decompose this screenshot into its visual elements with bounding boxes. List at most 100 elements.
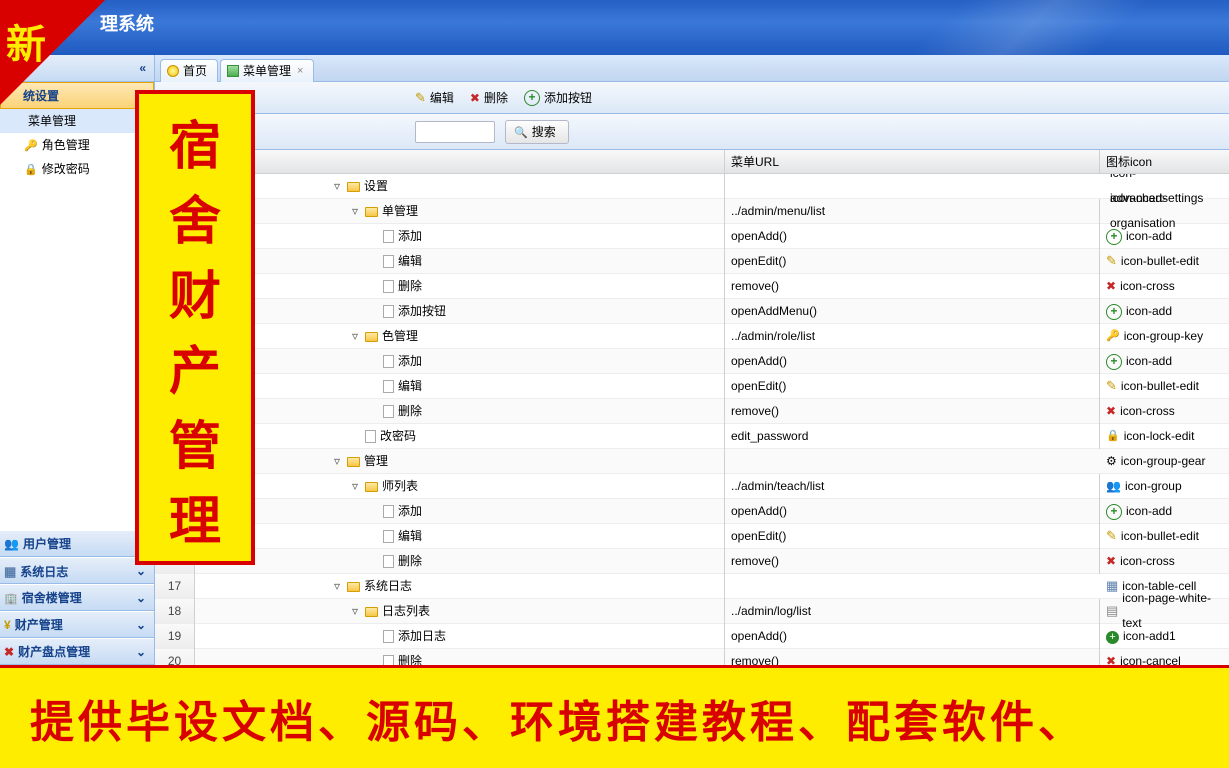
search-button[interactable]: 搜索: [505, 120, 569, 144]
sidebar-item-1[interactable]: 角色管理: [0, 133, 154, 157]
tab-label: 菜单管理: [243, 61, 291, 81]
cell-url: openAddMenu(): [725, 299, 1100, 324]
accordion-1[interactable]: 用户管理⌄: [0, 530, 154, 557]
gear-icon: [1106, 449, 1117, 474]
page-icon: [383, 530, 394, 543]
delete-button[interactable]: 删除: [470, 89, 508, 106]
expand-icon[interactable]: ▿: [349, 324, 361, 348]
accordion-2[interactable]: 系统日志⌄: [0, 557, 154, 584]
cell-url: ../admin/role/list: [725, 324, 1100, 349]
icon-text: icon-add: [1126, 299, 1172, 324]
menu-name: 添加: [398, 499, 422, 523]
table-row[interactable]: 编辑openEdit() icon-bullet-edit: [155, 374, 1229, 399]
cross-icon: [1106, 399, 1116, 424]
icon-text: icon-bullet-edit: [1121, 524, 1199, 549]
cell-icon: icon-add1: [1100, 624, 1229, 649]
table-row[interactable]: ▿师列表../admin/teach/list icon-group: [155, 474, 1229, 499]
cell-name: 删除: [195, 274, 725, 299]
accordion-3[interactable]: 宿舍楼管理⌄: [0, 584, 154, 611]
cell-url: remove(): [725, 399, 1100, 424]
table-row[interactable]: 16删除remove() icon-cross: [155, 549, 1229, 574]
icon-text: icon-group-gear: [1121, 449, 1206, 474]
tab-label: 首页: [183, 61, 207, 81]
table-row[interactable]: 编辑openEdit() icon-bullet-edit: [155, 249, 1229, 274]
edit-button[interactable]: 编辑: [415, 89, 454, 106]
close-icon[interactable]: ×: [297, 61, 303, 81]
tab-0[interactable]: 首页: [160, 59, 218, 82]
table-row[interactable]: 19添加日志openAdd() icon-add1: [155, 624, 1229, 649]
sidebar: « 统设置 菜单管理角色管理修改密码 用户管理⌄系统日志⌄宿舍楼管理⌄财产管理⌄…: [0, 55, 155, 665]
chevron-down-icon: ⌄: [136, 639, 146, 666]
edit-icon: [1106, 523, 1117, 549]
accordion-label: 系统日志: [20, 565, 68, 579]
add-icon: [1106, 299, 1122, 324]
cell-icon: icon-cross: [1100, 274, 1229, 299]
col-url[interactable]: 菜单URL: [725, 150, 1100, 173]
expand-icon[interactable]: ▿: [349, 474, 361, 498]
cell-name: ▿ 色管理: [195, 324, 725, 349]
page-icon: [383, 630, 394, 643]
org-icon: [227, 65, 239, 77]
sidebar-item-0[interactable]: 菜单管理: [0, 109, 154, 133]
expand-icon[interactable]: ▿: [331, 574, 343, 598]
tab-1[interactable]: 菜单管理 ×: [220, 59, 314, 82]
toolbar: 编辑 删除 添加按钮: [155, 82, 1229, 114]
col-icon[interactable]: 图标icon: [1100, 150, 1229, 173]
accordion-5[interactable]: 财产盘点管理 ⌄: [0, 638, 154, 665]
sidebar-collapse-button[interactable]: «: [0, 55, 154, 82]
menu-name: 编辑: [398, 249, 422, 273]
table-row[interactable]: 删除remove() icon-cross: [155, 399, 1229, 424]
cell-url: openAdd(): [725, 224, 1100, 249]
table-row[interactable]: ▿单管理../admin/menu/list icon-chart-organi…: [155, 199, 1229, 224]
folder-icon: [347, 582, 360, 592]
sidebar-item-label: 修改密码: [42, 157, 90, 181]
expand-icon[interactable]: ▿: [349, 599, 361, 623]
accordion-system-settings[interactable]: 统设置: [0, 82, 154, 109]
accordion-4[interactable]: 财产管理⌄: [0, 611, 154, 638]
menu-name: 添加: [398, 224, 422, 248]
accordion-label: 用户管理: [23, 537, 71, 551]
cell-url: ../admin/teach/list: [725, 474, 1100, 499]
expand-icon[interactable]: ▿: [349, 199, 361, 223]
cell-icon: icon-add: [1100, 224, 1229, 249]
accordion-label: 财产盘点管理: [18, 645, 90, 659]
icon-text: icon-bullet-edit: [1121, 374, 1199, 399]
edit-icon: [1106, 373, 1117, 399]
row-number: 18: [155, 599, 195, 624]
icon-text: icon-add: [1126, 499, 1172, 524]
cell-name: 改密码: [195, 424, 725, 449]
expand-icon[interactable]: ▿: [331, 174, 343, 198]
add-menu-button[interactable]: 添加按钮: [524, 89, 592, 106]
search-input[interactable]: [415, 121, 495, 143]
table-row[interactable]: 编辑openEdit() icon-bullet-edit: [155, 524, 1229, 549]
accordion-label: 财产管理: [15, 618, 63, 632]
cell-url: openEdit(): [725, 249, 1100, 274]
table-row[interactable]: 添加openAdd() icon-add: [155, 499, 1229, 524]
table-row[interactable]: ▿管理 icon-group-gear: [155, 449, 1229, 474]
cell-icon: icon-add: [1100, 349, 1229, 374]
cell-url: openAdd(): [725, 624, 1100, 649]
expand-icon[interactable]: ▿: [331, 449, 343, 473]
table-row[interactable]: 删除remove() icon-cross: [155, 274, 1229, 299]
sidebar-item-label: 菜单管理: [28, 109, 76, 133]
table-row[interactable]: 添加openAdd() icon-add: [155, 349, 1229, 374]
cell-icon: icon-add: [1100, 499, 1229, 524]
col-name[interactable]: [195, 150, 725, 173]
icon-text: icon-cross: [1120, 399, 1175, 424]
sidebar-item-label: 角色管理: [42, 133, 90, 157]
table-row[interactable]: ▿设置 icon-advancedsettings: [155, 174, 1229, 199]
table-row[interactable]: ▿色管理../admin/role/list icon-group-key: [155, 324, 1229, 349]
table-row[interactable]: 添加按钮openAddMenu() icon-add: [155, 299, 1229, 324]
table-row[interactable]: 20删除remove() icon-cancel: [155, 649, 1229, 665]
sidebar-item-2[interactable]: 修改密码: [0, 157, 154, 181]
table-row[interactable]: 17▿系统日志 icon-table-cell: [155, 574, 1229, 599]
table-row[interactable]: 改密码edit_password icon-lock-edit: [155, 424, 1229, 449]
page-icon: [383, 505, 394, 518]
cell-name: 删除: [195, 649, 725, 666]
menu-name: 色管理: [382, 324, 418, 348]
table-row[interactable]: 添加 openAdd() icon-add: [155, 224, 1229, 249]
cell-name: 添加按钮: [195, 299, 725, 324]
search-icon: [514, 125, 528, 139]
cell-name: ▿系统日志: [195, 574, 725, 599]
table-row[interactable]: 18▿日志列表../admin/log/list icon-page-white…: [155, 599, 1229, 624]
